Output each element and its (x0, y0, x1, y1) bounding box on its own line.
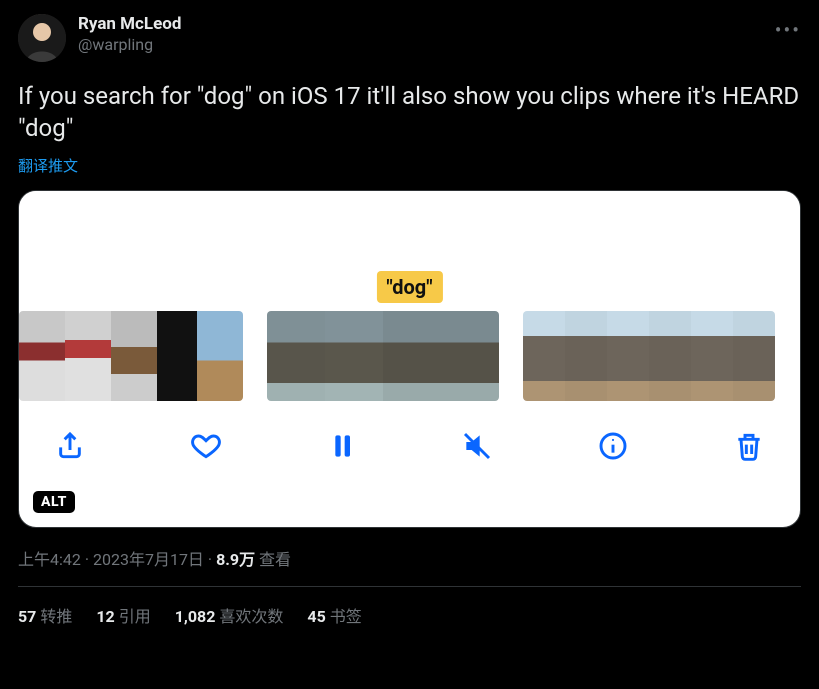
tweet: Ryan McLeod @warpling ••• If you search … (0, 0, 819, 627)
tweet-header: Ryan McLeod @warpling ••• (18, 14, 801, 62)
tweet-stats: 57转推 12 引用 1,082喜欢次数 45 书签 (18, 587, 801, 627)
display-name[interactable]: Ryan McLeod (78, 14, 181, 35)
more-icon[interactable]: ••• (775, 18, 801, 42)
info-icon[interactable] (592, 425, 634, 467)
clip-frame (19, 311, 65, 401)
stat-retweets[interactable]: 57转推 (18, 603, 72, 627)
views-label: 查看 (255, 550, 291, 569)
tweet-time[interactable]: 上午4:42 (18, 550, 81, 569)
media-toolbar (19, 401, 800, 481)
tweet-meta: 上午4:42 · 2023年7月17日 · 8.9万 查看 (18, 546, 801, 570)
stat-label: 引用 (119, 607, 151, 626)
avatar[interactable] (18, 14, 66, 62)
clip-group[interactable] (523, 311, 775, 401)
share-icon[interactable] (49, 425, 91, 467)
heart-icon[interactable] (185, 425, 227, 467)
clip-group-active[interactable] (267, 311, 499, 401)
clip-frame (325, 311, 383, 401)
alt-badge[interactable]: ALT (33, 491, 75, 513)
trash-icon[interactable] (728, 425, 770, 467)
handle[interactable]: @warpling (78, 35, 181, 55)
stat-quotes[interactable]: 12 引用 (96, 603, 150, 627)
stat-label: 喜欢次数 (219, 607, 283, 626)
tweet-date[interactable]: 2023年7月17日 (93, 550, 204, 569)
stat-bookmarks[interactable]: 45 书签 (307, 603, 361, 627)
clip-frame (733, 311, 775, 401)
meta-sep: · (204, 550, 216, 569)
author-names: Ryan McLeod @warpling (78, 14, 181, 55)
clip-frame (65, 311, 111, 401)
tweet-media[interactable]: "dog" (18, 190, 801, 528)
video-timeline[interactable] (19, 311, 800, 401)
stat-label: 书签 (330, 607, 362, 626)
stat-count: 45 (307, 607, 325, 626)
mute-icon[interactable] (456, 425, 498, 467)
clip-frame (565, 311, 607, 401)
tweet-text: If you search for "dog" on iOS 17 it'll … (18, 80, 801, 145)
clip-frame (267, 311, 325, 401)
stat-label: 转推 (40, 607, 72, 626)
caption-badge: "dog" (376, 271, 442, 303)
views-count: 8.9万 (216, 550, 255, 569)
clip-frame (523, 311, 565, 401)
stat-count: 1,082 (175, 607, 216, 626)
translate-link[interactable]: 翻译推文 (18, 155, 801, 176)
media-top: "dog" (19, 191, 800, 311)
pause-icon[interactable] (321, 425, 363, 467)
clip-frame (111, 311, 157, 401)
clip-frame (197, 311, 243, 401)
clip-frame (157, 311, 197, 401)
clip-frame (691, 311, 733, 401)
meta-sep: · (81, 550, 93, 569)
clip-frame (383, 311, 441, 401)
stat-likes[interactable]: 1,082喜欢次数 (175, 603, 284, 627)
clip-frame (441, 311, 499, 401)
clip-frame (649, 311, 691, 401)
stat-count: 57 (18, 607, 36, 626)
clip-frame (607, 311, 649, 401)
clip-group[interactable] (19, 311, 243, 401)
stat-count: 12 (96, 607, 114, 626)
